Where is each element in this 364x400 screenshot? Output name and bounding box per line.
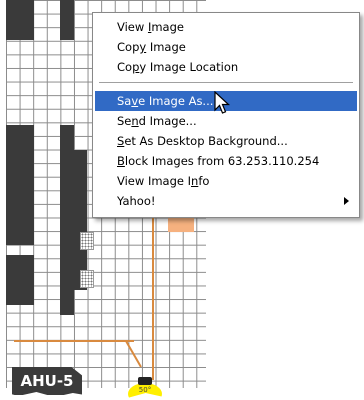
menu-item-view-image[interactable]: View Image xyxy=(95,17,357,37)
hatched-cell xyxy=(80,232,94,250)
menu-item-label: Block Images from 63.253.110.254 xyxy=(117,154,320,168)
menu-item-label: Save Image As... xyxy=(117,94,214,108)
ahu-label: AHU-5 xyxy=(12,367,82,395)
menu-item-label: Yahoo! xyxy=(117,194,156,208)
dark-column-left xyxy=(6,125,34,245)
dark-column-left xyxy=(6,255,34,305)
menu-item-set-desktop-background[interactable]: Set As Desktop Background... xyxy=(95,131,357,151)
menu-item-yahoo[interactable]: Yahoo! xyxy=(95,191,357,211)
menu-item-label: View Image Info xyxy=(117,174,210,188)
menu-item-copy-image[interactable]: Copy Image xyxy=(95,37,357,57)
dark-column-mid xyxy=(60,125,74,315)
menu-item-view-image-info[interactable]: View Image Info xyxy=(95,171,357,191)
dark-column-right xyxy=(74,150,87,290)
menu-item-label: View Image xyxy=(117,20,184,34)
menu-item-label: Copy Image Location xyxy=(117,60,239,74)
dark-column-mid xyxy=(60,0,74,40)
menu-item-label: Send Image... xyxy=(117,114,197,128)
hatched-cell xyxy=(80,270,94,288)
menu-item-block-images[interactable]: Block Images from 63.253.110.254 xyxy=(95,151,357,171)
context-menu: View Image Copy Image Copy Image Locatio… xyxy=(92,12,360,218)
arrow-cursor-icon xyxy=(214,91,231,114)
menu-item-label: Set As Desktop Background... xyxy=(117,134,288,148)
menu-separator xyxy=(99,82,353,83)
screenshot: AHU-5 50° View Image Copy Image Copy Ima… xyxy=(0,0,364,400)
dark-column-left xyxy=(6,0,34,40)
damper-label: 50° xyxy=(138,386,152,394)
damper-icon xyxy=(138,377,152,385)
menu-item-label: Copy Image xyxy=(117,40,186,54)
menu-item-copy-image-location[interactable]: Copy Image Location xyxy=(95,57,357,77)
duct-pipe-horizontal xyxy=(14,340,134,342)
duct-pipe-diagonal xyxy=(125,340,142,368)
triangle-right-icon xyxy=(344,197,349,205)
